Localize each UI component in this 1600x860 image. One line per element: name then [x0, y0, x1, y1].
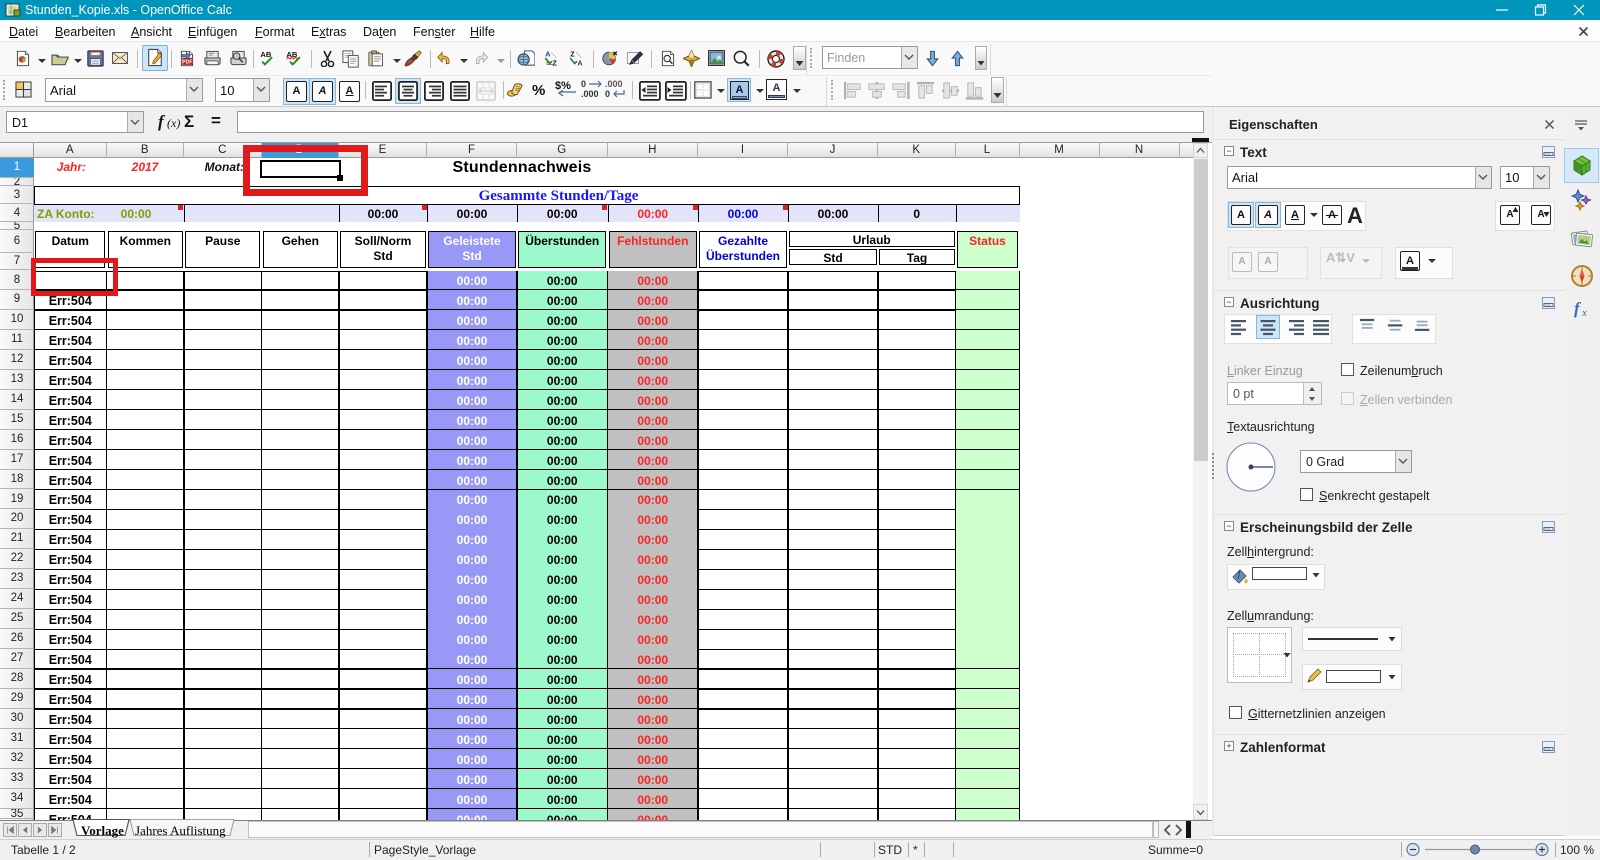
svg-text:f: f	[1574, 299, 1582, 318]
svg-text:A: A	[577, 58, 582, 67]
svg-text:A: A	[545, 50, 550, 58]
svg-text:x: x	[1581, 307, 1587, 318]
svg-text:PDF: PDF	[182, 60, 192, 66]
svg-text:Z: Z	[570, 50, 575, 58]
svg-text:Z: Z	[552, 58, 557, 67]
